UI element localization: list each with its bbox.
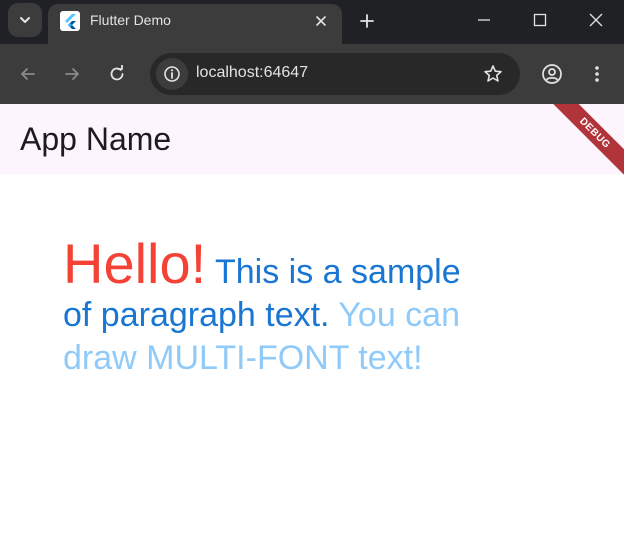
plus-icon [360,14,374,28]
app-title: App Name [20,121,172,157]
star-icon [484,65,502,82]
rich-text-paragraph: Hello! This is a sample of paragraph tex… [63,236,463,380]
more-vertical-icon [595,66,599,82]
forward-button[interactable] [55,57,89,91]
minimize-button[interactable] [456,0,512,40]
browser-tab[interactable]: Flutter Demo [48,4,342,44]
close-icon [316,16,326,26]
browser-toolbar: localhost:64647 [0,44,624,104]
chevron-down-icon [20,17,30,23]
new-tab-button[interactable] [352,6,382,36]
site-info-button[interactable] [156,58,188,90]
tab-title: Flutter Demo [90,12,171,28]
maximize-button[interactable] [512,0,568,40]
account-icon [542,64,562,84]
address-bar[interactable]: localhost:64647 [150,53,520,95]
info-icon [164,66,180,82]
app-bar: App Name [0,104,624,174]
bookmark-button[interactable] [478,59,508,89]
arrow-left-icon [21,68,35,80]
tab-close-button[interactable] [310,10,332,32]
arrow-right-icon [65,68,79,80]
close-icon [589,13,603,27]
tab-strip: Flutter Demo [0,0,624,44]
minimize-icon [478,19,490,21]
profile-button[interactable] [535,57,569,91]
reload-icon [110,65,124,81]
back-button[interactable] [11,57,45,91]
flutter-app: App Name DEBUG Hello! This is a sample o… [0,104,624,560]
window-close-button[interactable] [568,0,624,40]
hello-text: Hello! [63,232,207,295]
flutter-icon [60,11,80,31]
url-text[interactable]: localhost:64647 [196,64,308,82]
tab-search-button[interactable] [8,3,42,37]
menu-button[interactable] [580,57,614,91]
reload-button[interactable] [100,57,134,91]
maximize-icon [533,13,547,27]
